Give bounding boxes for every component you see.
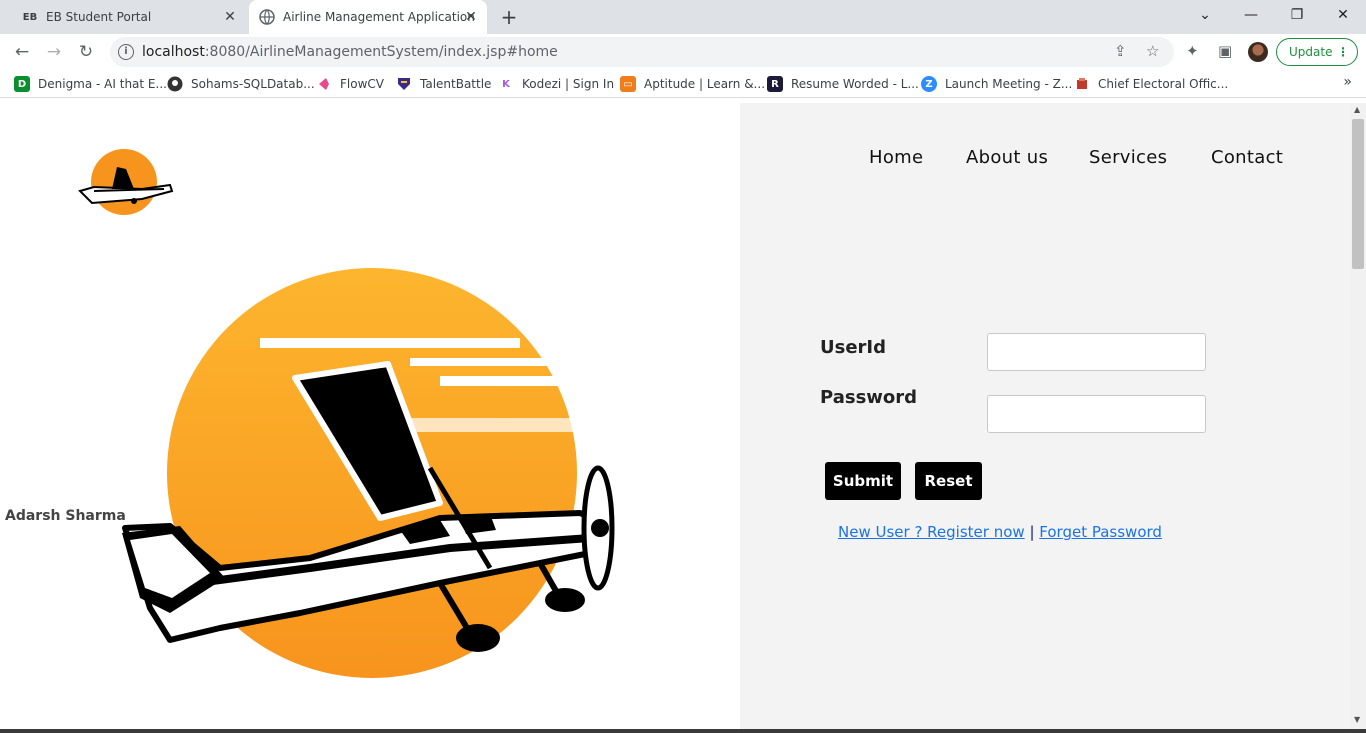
- zoom-icon: Z: [921, 76, 937, 92]
- scrollbar-thumb[interactable]: [1352, 119, 1364, 269]
- eb-favicon-icon: EB: [22, 11, 38, 23]
- bookmark-kodezi[interactable]: K Kodezi | Sign In: [498, 76, 614, 92]
- close-tab-icon[interactable]: ✕: [222, 9, 238, 25]
- globe-icon: [259, 9, 275, 25]
- nav-contact[interactable]: Contact: [1211, 147, 1283, 168]
- userid-label: UserId: [820, 337, 886, 358]
- bookmark-flowcv[interactable]: FlowCV: [316, 76, 384, 92]
- page-content: Home About us Services Contact Adarsh Sh…: [0, 103, 1350, 730]
- close-tab-icon[interactable]: ✕: [463, 9, 479, 25]
- bookmark-denigma[interactable]: D Denigma - AI that E...: [14, 76, 167, 92]
- extensions-icon[interactable]: ✦: [1186, 42, 1199, 60]
- site-logo[interactable]: [72, 147, 176, 221]
- password-input[interactable]: [987, 395, 1206, 433]
- address-bar[interactable]: i localhost:8080/AirlineManagementSystem…: [110, 37, 1174, 67]
- site-info-icon[interactable]: i: [118, 44, 134, 60]
- bookmarks-bar: D Denigma - AI that E... Sohams-SQLDatab.…: [0, 70, 1366, 98]
- tab-title: EB Student Portal: [46, 10, 152, 24]
- reset-button[interactable]: Reset: [915, 462, 982, 500]
- bookmark-talentbattle[interactable]: TalentBattle: [396, 76, 491, 92]
- talentbattle-icon: [396, 76, 412, 92]
- password-label: Password: [820, 387, 918, 408]
- kodezi-icon: K: [502, 78, 510, 90]
- electoral-icon: [1074, 76, 1090, 92]
- taskbar-edge: [0, 729, 1366, 733]
- more-menu-icon[interactable]: ⋮: [1337, 39, 1349, 65]
- userid-input[interactable]: [987, 333, 1206, 371]
- bookmark-chief-electoral[interactable]: Chief Electoral Offic...: [1074, 76, 1228, 92]
- bookmarks-overflow-icon[interactable]: »: [1343, 74, 1352, 90]
- bookmark-resume-worded[interactable]: R Resume Worded - L...: [767, 76, 919, 92]
- scroll-up-icon[interactable]: ▲: [1354, 105, 1360, 114]
- flowcv-icon: [316, 76, 332, 92]
- share-icon[interactable]: ⇪: [1114, 42, 1127, 60]
- tab-strip: EB EB Student Portal ✕ Airline Managemen…: [0, 0, 1366, 34]
- tab-airline-management[interactable]: Airline Management Application ✕: [249, 0, 487, 34]
- link-separator: |: [1029, 523, 1035, 541]
- scroll-down-icon[interactable]: ▼: [1354, 715, 1360, 724]
- side-panel-icon[interactable]: ▣: [1218, 42, 1232, 60]
- bookmark-sohams-sql[interactable]: Sohams-SQLDatab...: [167, 76, 315, 92]
- tab-eb-student-portal[interactable]: EB EB Student Portal ✕: [12, 0, 246, 34]
- minimize-button[interactable]: —: [1228, 4, 1274, 26]
- register-link[interactable]: New User ? Register now: [838, 523, 1025, 541]
- author-name: Adarsh Sharma: [5, 508, 126, 524]
- tab-title: Airline Management Application: [283, 10, 475, 24]
- reload-button[interactable]: ↻: [74, 40, 98, 64]
- browser-toolbar: ← → ↻ i localhost:8080/AirlineManagement…: [0, 34, 1366, 70]
- forward-button[interactable]: →: [42, 40, 66, 64]
- bookmark-aptitude[interactable]: ▭ Aptitude | Learn &...: [620, 76, 765, 92]
- nav-home[interactable]: Home: [869, 147, 923, 168]
- new-tab-button[interactable]: +: [498, 6, 520, 28]
- profile-avatar[interactable]: [1248, 42, 1268, 62]
- github-icon: [167, 76, 183, 92]
- resume-worded-icon: R: [767, 76, 783, 92]
- denigma-icon: D: [14, 76, 30, 92]
- bookmark-zoom[interactable]: Z Launch Meeting - Z...: [921, 76, 1072, 92]
- auth-links: New User ? Register now | Forget Passwor…: [838, 523, 1162, 541]
- nav-services[interactable]: Services: [1089, 147, 1167, 168]
- close-window-button[interactable]: ✕: [1320, 4, 1366, 26]
- aptitude-icon: ▭: [620, 76, 636, 92]
- submit-button[interactable]: Submit: [825, 462, 901, 500]
- forget-password-link[interactable]: Forget Password: [1039, 523, 1162, 541]
- restore-button[interactable]: ❐: [1274, 4, 1320, 26]
- url-text[interactable]: localhost:8080/AirlineManagementSystem/i…: [142, 44, 558, 60]
- airplane-hero-image: [110, 268, 630, 684]
- bookmark-star-icon[interactable]: ☆: [1146, 42, 1159, 60]
- tab-search-icon[interactable]: ⌄: [1182, 4, 1228, 26]
- nav-about-us[interactable]: About us: [966, 147, 1048, 168]
- page-scrollbar[interactable]: ▲ ▼: [1350, 103, 1366, 730]
- back-button[interactable]: ←: [10, 40, 34, 64]
- update-button[interactable]: Update ⋮: [1276, 38, 1358, 66]
